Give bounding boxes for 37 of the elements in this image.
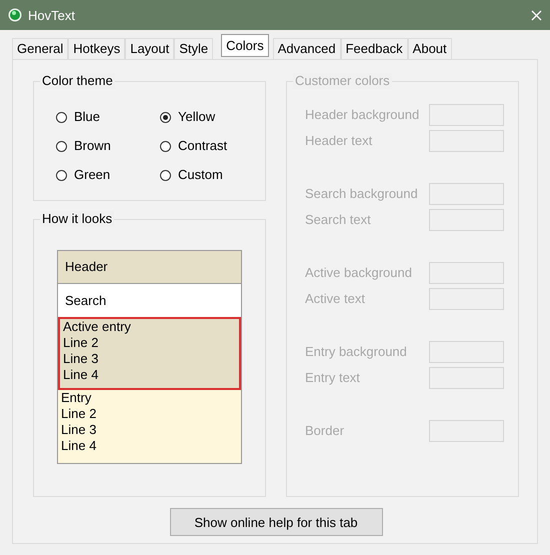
close-icon[interactable] <box>531 10 542 20</box>
radio-option[interactable]: Blue <box>56 108 160 126</box>
field-label: Border <box>305 423 344 439</box>
radio-option[interactable]: Brown <box>56 137 160 155</box>
tab[interactable]: Hotkeys <box>68 38 126 59</box>
radio-option[interactable]: Green <box>56 166 160 184</box>
preview-line: Search <box>64 292 108 308</box>
preview-line: Line 4 <box>62 367 100 383</box>
window-title: HovText <box>28 8 76 22</box>
tab[interactable]: About <box>408 38 452 59</box>
preview-line: Line 4 <box>60 438 98 454</box>
preview-line: Entry <box>60 390 92 406</box>
field-label: Header text <box>305 133 372 149</box>
preview-line: Line 2 <box>62 335 100 351</box>
tab[interactable]: Advanced <box>272 38 341 59</box>
help-button[interactable]: Show online help for this tab <box>170 508 382 536</box>
field-label: Active text <box>305 291 365 307</box>
radio-option[interactable]: Custom <box>160 166 260 184</box>
preview-line: Header <box>64 259 109 275</box>
field-label: Header background <box>305 107 420 123</box>
field-label: Search background <box>305 186 418 202</box>
app-icon <box>8 8 22 22</box>
tab[interactable]: General <box>12 38 68 59</box>
radio-option[interactable]: Contrast <box>160 137 260 155</box>
tab[interactable]: Feedback <box>340 38 408 59</box>
preview-line: Line 3 <box>60 422 98 438</box>
field-label: Entry text <box>305 370 360 386</box>
tab[interactable]: Layout <box>125 38 174 59</box>
field-label: Entry background <box>305 344 407 360</box>
preview-line: Line 3 <box>62 351 100 367</box>
field-label: Search text <box>305 212 371 228</box>
tab[interactable]: Style <box>174 38 214 59</box>
radio-option[interactable]: Yellow <box>160 108 260 126</box>
preview-line: Active entry <box>62 319 132 335</box>
preview-line: Line 2 <box>60 406 98 422</box>
tab[interactable]: Colors <box>221 34 269 57</box>
field-label: Active background <box>305 265 412 281</box>
